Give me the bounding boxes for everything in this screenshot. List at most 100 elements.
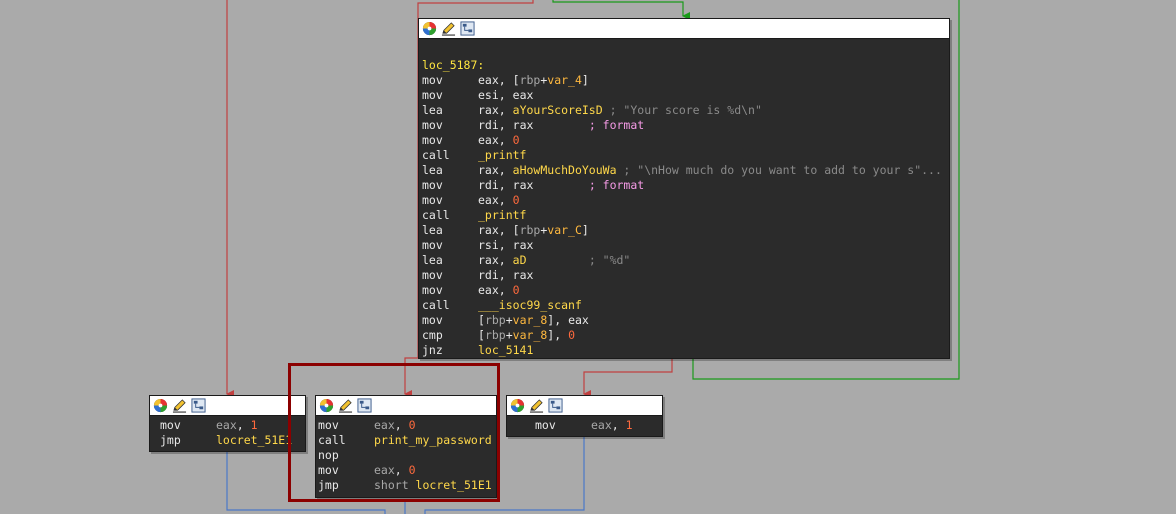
instruction-mnemonic: call (422, 148, 450, 162)
instruction-operand[interactable]: _printf (478, 208, 526, 222)
instruction-operand[interactable]: aHowMuchDoYouWa (513, 163, 617, 177)
instruction-operand: eax (512, 88, 534, 102)
instruction-line[interactable]: lea rax, aYourScoreIsD ; "Your score is %… (422, 103, 949, 118)
instruction-operand: rax (478, 223, 499, 237)
instruction-operand[interactable]: loc_5141 (478, 343, 533, 357)
instruction-operand: rax (512, 238, 534, 252)
instruction-line[interactable]: mov rdi, rax (422, 268, 949, 283)
instruction-mnemonic: lea (422, 103, 443, 117)
instruction-operand: 0 (512, 193, 520, 207)
instruction-line[interactable]: mov esi, eax (422, 88, 949, 103)
instruction-operand: rbp (519, 73, 541, 87)
instruction-operand[interactable]: ___isoc99_scanf (478, 298, 582, 312)
graph-color-icon[interactable] (421, 21, 437, 37)
instruction-operand: , (498, 283, 513, 297)
block-toolbar (150, 396, 305, 416)
instruction-operand: 0 (512, 133, 520, 147)
instruction-operand: ; format (588, 118, 645, 132)
instruction-operand: eax (478, 283, 499, 297)
instruction-line[interactable]: mov eax, [rbp+var_4] (422, 73, 949, 88)
instruction-line[interactable]: mov eax, 1 (535, 418, 662, 433)
instruction-operand: [ (478, 328, 485, 342)
code-block-mov-eax-1[interactable]: mov eax, 1 (506, 395, 663, 437)
instruction-operand: ; "%d" (588, 253, 631, 267)
instruction-line[interactable]: lea rax, [rbp+var_C] (422, 223, 949, 238)
graph-overview-icon[interactable] (190, 398, 206, 414)
instruction-operand: 1 (625, 418, 633, 432)
instruction-operand[interactable]: aYourScoreIsD (513, 103, 603, 117)
instruction-operand: rbp (484, 313, 506, 327)
instruction-operand: , (498, 88, 513, 102)
instruction-mnemonic: mov (422, 133, 443, 147)
instruction-operand[interactable]: aD (513, 253, 527, 267)
instruction-operand: eax (478, 73, 499, 87)
instruction-line[interactable]: lea rax, aHowMuchDoYouWa ; "\nHow much do… (422, 163, 949, 178)
instruction-mnemonic: lea (422, 253, 443, 267)
instruction-line[interactable]: mov eax, 0 (422, 283, 949, 298)
instruction-operand: eax (216, 418, 237, 432)
instruction-line[interactable]: mov rdi, rax ; format (422, 118, 949, 133)
instruction-mnemonic: mov (422, 73, 443, 87)
instruction-operand: 0 (568, 328, 575, 342)
graph-color-icon[interactable] (152, 398, 168, 414)
code-block-return-1[interactable]: mov eax, 1 jmp locret_51E1 (149, 395, 306, 452)
graph-color-icon[interactable] (509, 398, 525, 414)
block-code: mov eax, 1 (507, 416, 662, 433)
instruction-operand: ], (547, 313, 569, 327)
edge-main-to-right-block (583, 358, 673, 398)
instruction-line[interactable]: cmp [rbp+var_8], 0 (422, 328, 949, 343)
instruction-operand: ; "\nHow much do you want to add to your… (616, 163, 942, 177)
instruction-operand[interactable]: locret_51E1 (216, 433, 292, 447)
instruction-line[interactable]: mov eax, 0 (422, 133, 949, 148)
graph-overview-icon[interactable] (547, 398, 563, 414)
instruction-mnemonic: call (422, 208, 450, 222)
instruction-line[interactable]: mov rsi, rax (422, 238, 949, 253)
instruction-operand (533, 178, 588, 192)
instruction-line[interactable]: call _printf (422, 148, 949, 163)
instruction-line[interactable]: call _printf (422, 208, 949, 223)
instruction-operand: var_C (547, 223, 582, 237)
instruction-line[interactable]: jnz loc_5141 (422, 343, 949, 358)
block-code: loc_5187: mov eax, [rbp+var_4] mov esi, eax… (419, 39, 949, 358)
instruction-operand: , (498, 178, 513, 192)
instruction-line[interactable]: jmp locret_51E1 (160, 433, 305, 448)
instruction-operand: esi (478, 88, 499, 102)
instruction-operand: eax (478, 133, 499, 147)
rename-pencil-icon[interactable] (171, 398, 187, 414)
instruction-mnemonic: mov (160, 418, 181, 432)
instruction-line[interactable]: mov eax, 1 (160, 418, 305, 433)
instruction-operand: rbp (484, 328, 506, 342)
instruction-line[interactable]: call ___isoc99_scanf (422, 298, 949, 313)
instruction-mnemonic: lea (422, 223, 443, 237)
instruction-operand: eax (478, 193, 499, 207)
instruction-operand (533, 118, 588, 132)
instruction-mnemonic: cmp (422, 328, 443, 342)
instruction-line[interactable]: mov rdi, rax ; format (422, 178, 949, 193)
instruction-mnemonic: mov (535, 418, 556, 432)
instruction-mnemonic: mov (422, 193, 443, 207)
instruction-operand: + (505, 328, 513, 342)
instruction-operand: , (498, 118, 513, 132)
instruction-mnemonic: mov (422, 238, 443, 252)
instruction-operand[interactable]: _printf (478, 148, 526, 162)
instruction-line[interactable]: mov eax, 0 (422, 193, 949, 208)
instruction-operand: ], (547, 328, 569, 342)
rename-pencil-icon[interactable] (440, 21, 456, 37)
block-code: mov eax, 1 jmp locret_51E1 (150, 416, 305, 448)
instruction-operand: eax (568, 313, 589, 327)
instruction-operand: rax (512, 268, 534, 282)
instruction-operand: 0 (512, 283, 520, 297)
instruction-operand: + (505, 313, 513, 327)
code-block-loc-5187[interactable]: loc_5187: mov eax, [rbp+var_4] mov esi, eax… (418, 18, 950, 359)
instruction-operand: rdi (478, 178, 499, 192)
rename-pencil-icon[interactable] (528, 398, 544, 414)
instruction-operand: , (498, 163, 513, 177)
instruction-operand: rax (478, 103, 499, 117)
block-label[interactable]: loc_5187: (422, 58, 949, 73)
instruction-operand: , (498, 133, 513, 147)
instruction-operand (527, 253, 589, 267)
instruction-operand: , (498, 103, 513, 117)
instruction-line[interactable]: lea rax, aD ; "%d" (422, 253, 949, 268)
graph-overview-icon[interactable] (459, 21, 475, 37)
instruction-line[interactable]: mov [rbp+var_8], eax (422, 313, 949, 328)
